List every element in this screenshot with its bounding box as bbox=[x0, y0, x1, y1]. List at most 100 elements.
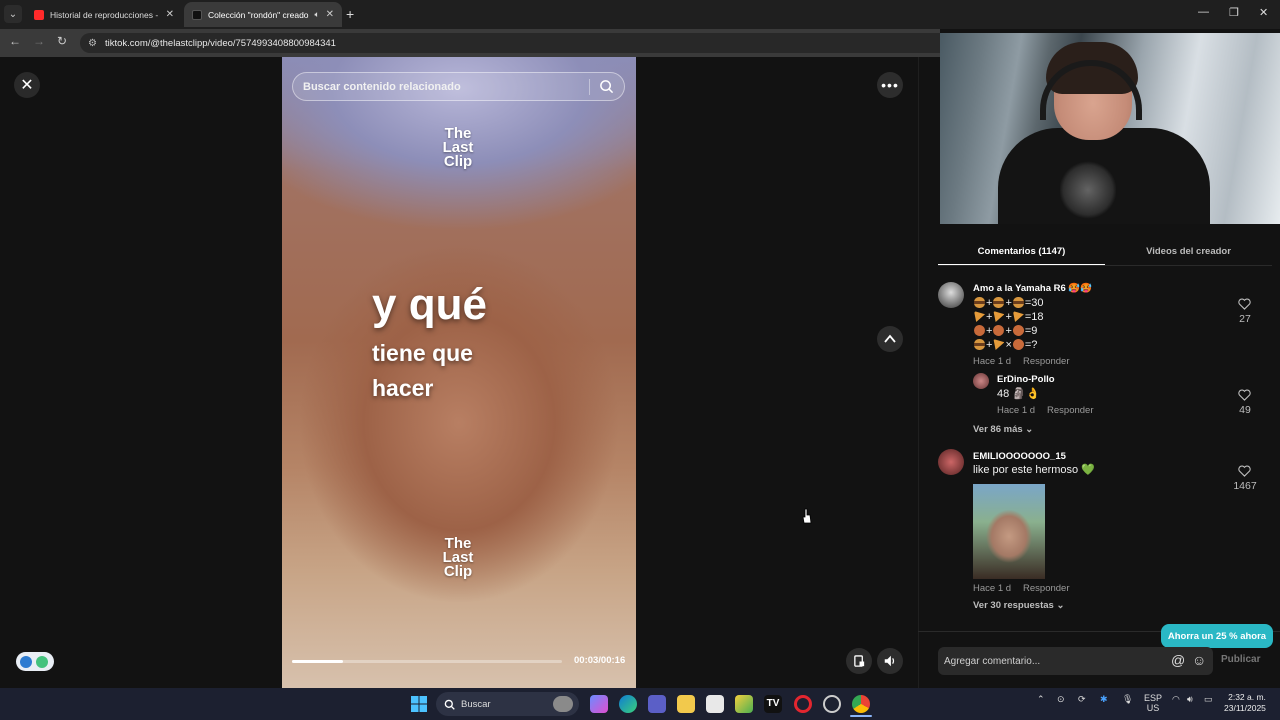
comment-meta: Hace 1 d Responder bbox=[973, 583, 1082, 594]
tab-title: Historial de reproducciones - Y bbox=[50, 9, 160, 20]
comment-username[interactable]: EMILIOOOOOOO_15 bbox=[973, 451, 1066, 462]
publish-button[interactable]: Publicar bbox=[1221, 654, 1260, 665]
close-video-button[interactable]: ✕ bbox=[14, 72, 40, 98]
taskbar-search-label: Buscar bbox=[461, 698, 491, 710]
reply-button[interactable]: Responder bbox=[1023, 583, 1069, 594]
avatar[interactable] bbox=[973, 373, 989, 389]
comment-image[interactable] bbox=[973, 484, 1045, 579]
youtube-favicon-icon bbox=[34, 9, 44, 20]
related-search-input[interactable]: Buscar contenido relacionado bbox=[292, 72, 625, 101]
volume-button[interactable] bbox=[877, 648, 903, 674]
tradingview-icon[interactable]: TV bbox=[764, 695, 782, 713]
tab-history[interactable]: Historial de reproducciones - Y ✕ bbox=[26, 2, 182, 27]
reply-button[interactable]: Responder bbox=[1023, 356, 1069, 367]
speaker-icon[interactable]: 🔈︎ bbox=[315, 9, 320, 20]
mention-icon[interactable]: @ bbox=[1171, 652, 1185, 668]
tab-close-icon[interactable]: ✕ bbox=[326, 9, 334, 20]
search-placeholder: Buscar contenido relacionado bbox=[303, 80, 461, 93]
bluetooth-icon[interactable]: ✱ bbox=[1100, 694, 1108, 705]
file-explorer-icon[interactable] bbox=[677, 695, 695, 713]
logo-line: Clip bbox=[443, 153, 473, 170]
emoji-icon[interactable]: ☺ bbox=[1192, 652, 1206, 668]
sync-icon[interactable]: ⟳ bbox=[1078, 694, 1086, 705]
app-icon[interactable] bbox=[735, 695, 753, 713]
copilot-icon[interactable] bbox=[590, 695, 608, 713]
burger-icon bbox=[1012, 297, 1024, 308]
heart-icon[interactable] bbox=[1238, 298, 1251, 310]
promo-button[interactable]: Ahorra un 25 % ahora bbox=[1161, 624, 1273, 648]
floating-player-button[interactable] bbox=[846, 648, 872, 674]
view-more-replies[interactable]: Ver 30 respuestas ⌄ bbox=[973, 600, 1064, 611]
teams-icon[interactable] bbox=[648, 695, 666, 713]
more-options-icon[interactable]: ••• bbox=[877, 72, 903, 98]
watermark-logo-top: The Last Clip bbox=[426, 126, 490, 170]
steam-icon[interactable] bbox=[823, 695, 841, 713]
pip-icon bbox=[853, 654, 864, 667]
comment-input[interactable]: Agregar comentario... @ ☺ bbox=[938, 647, 1213, 675]
comment-username[interactable]: ErDino-Pollo bbox=[997, 374, 1055, 385]
heart-icon[interactable] bbox=[1238, 389, 1251, 401]
new-tab-icon[interactable]: + bbox=[346, 6, 354, 22]
tab-close-icon[interactable]: ✕ bbox=[166, 9, 174, 20]
tab-search-button[interactable]: ⌄ bbox=[4, 5, 22, 23]
close-window-icon[interactable]: ✕ bbox=[1259, 6, 1268, 19]
search-icon bbox=[444, 699, 455, 710]
tray-chevron-icon[interactable]: ⌃ bbox=[1037, 694, 1045, 705]
tab-tiktok[interactable]: Colección "rondón" creado 🔈︎ ✕ bbox=[184, 2, 342, 27]
extension-badge[interactable] bbox=[16, 652, 54, 671]
site-settings-icon[interactable]: ⚙ bbox=[88, 38, 97, 49]
clock-time: 2:32 a. m. bbox=[1228, 692, 1266, 702]
clock[interactable]: 2:32 a. m. 23/11/2025 bbox=[1224, 692, 1266, 714]
comment-line: =9 bbox=[1024, 325, 1038, 337]
store-icon[interactable] bbox=[706, 695, 724, 713]
reload-icon[interactable]: ↻ bbox=[53, 34, 71, 48]
chrome-icon[interactable] bbox=[852, 695, 870, 713]
view-more-replies[interactable]: Ver 86 más ⌄ bbox=[973, 424, 1033, 435]
back-icon[interactable]: ← bbox=[6, 34, 24, 48]
clock-date: 23/11/2025 bbox=[1224, 703, 1266, 713]
edge-icon[interactable] bbox=[619, 695, 637, 713]
tab-title: Colección "rondón" creado bbox=[208, 9, 309, 20]
view-more-label: Ver 30 respuestas bbox=[973, 600, 1054, 611]
comment-body: + + =30 + + =18 + + =9 + × =? bbox=[972, 296, 1044, 352]
microphone-icon[interactable]: 🎙︎ bbox=[1122, 694, 1133, 705]
reply-button[interactable]: Responder bbox=[1047, 405, 1093, 416]
wifi-icon[interactable]: ◠ bbox=[1172, 694, 1180, 705]
tabs-divider bbox=[938, 265, 1272, 266]
avatar[interactable] bbox=[938, 282, 964, 308]
webcam-shirt-print bbox=[1060, 160, 1116, 220]
video-progress-bar[interactable] bbox=[292, 660, 562, 663]
video-caption-line2: tiene que bbox=[372, 340, 473, 366]
forward-icon[interactable]: → bbox=[30, 34, 48, 48]
comment-line: =18 bbox=[1024, 311, 1044, 323]
opera-icon[interactable] bbox=[794, 695, 812, 713]
tray-app-icon[interactable]: ⊙ bbox=[1057, 694, 1065, 705]
tab-comments[interactable]: Comentarios (1147) bbox=[938, 240, 1105, 266]
heart-icon[interactable] bbox=[1238, 465, 1251, 477]
minimize-icon[interactable]: — bbox=[1198, 6, 1209, 18]
taskbar-search[interactable]: Buscar bbox=[436, 692, 579, 716]
language-indicator[interactable]: ESP US bbox=[1144, 693, 1162, 713]
tab-creator-videos[interactable]: Videos del creador bbox=[1105, 240, 1272, 266]
search-icon[interactable] bbox=[599, 79, 614, 94]
volume-icon[interactable]: 🔊︎ bbox=[1187, 694, 1193, 705]
hotdog-icon bbox=[1011, 337, 1026, 352]
like-count: 49 bbox=[1239, 404, 1251, 416]
view-more-label: Ver 86 más bbox=[973, 424, 1023, 435]
comment-username[interactable]: Amo a la Yamaha R6 🥵🥵 bbox=[973, 283, 1092, 294]
language-code: ESP bbox=[1144, 693, 1163, 703]
like-count: 1467 bbox=[1233, 480, 1257, 492]
windows-start-icon[interactable] bbox=[411, 696, 427, 712]
url-field[interactable]: ⚙ tiktok.com/@thelastclipp/video/7574993… bbox=[80, 33, 940, 53]
comment-time: Hace 1 d bbox=[973, 583, 1012, 594]
restore-icon[interactable]: ❐ bbox=[1229, 6, 1239, 19]
extension-icon bbox=[20, 655, 32, 668]
hotdog-icon bbox=[972, 323, 987, 338]
video-caption-main: y qué bbox=[372, 280, 487, 329]
comment-placeholder: Agregar comentario... bbox=[944, 655, 1041, 667]
hand-cursor-icon bbox=[802, 508, 812, 524]
battery-icon[interactable]: ▭ bbox=[1204, 694, 1213, 705]
avatar[interactable] bbox=[938, 449, 964, 475]
previous-video-button[interactable] bbox=[877, 326, 903, 352]
like-count: 27 bbox=[1239, 313, 1251, 325]
